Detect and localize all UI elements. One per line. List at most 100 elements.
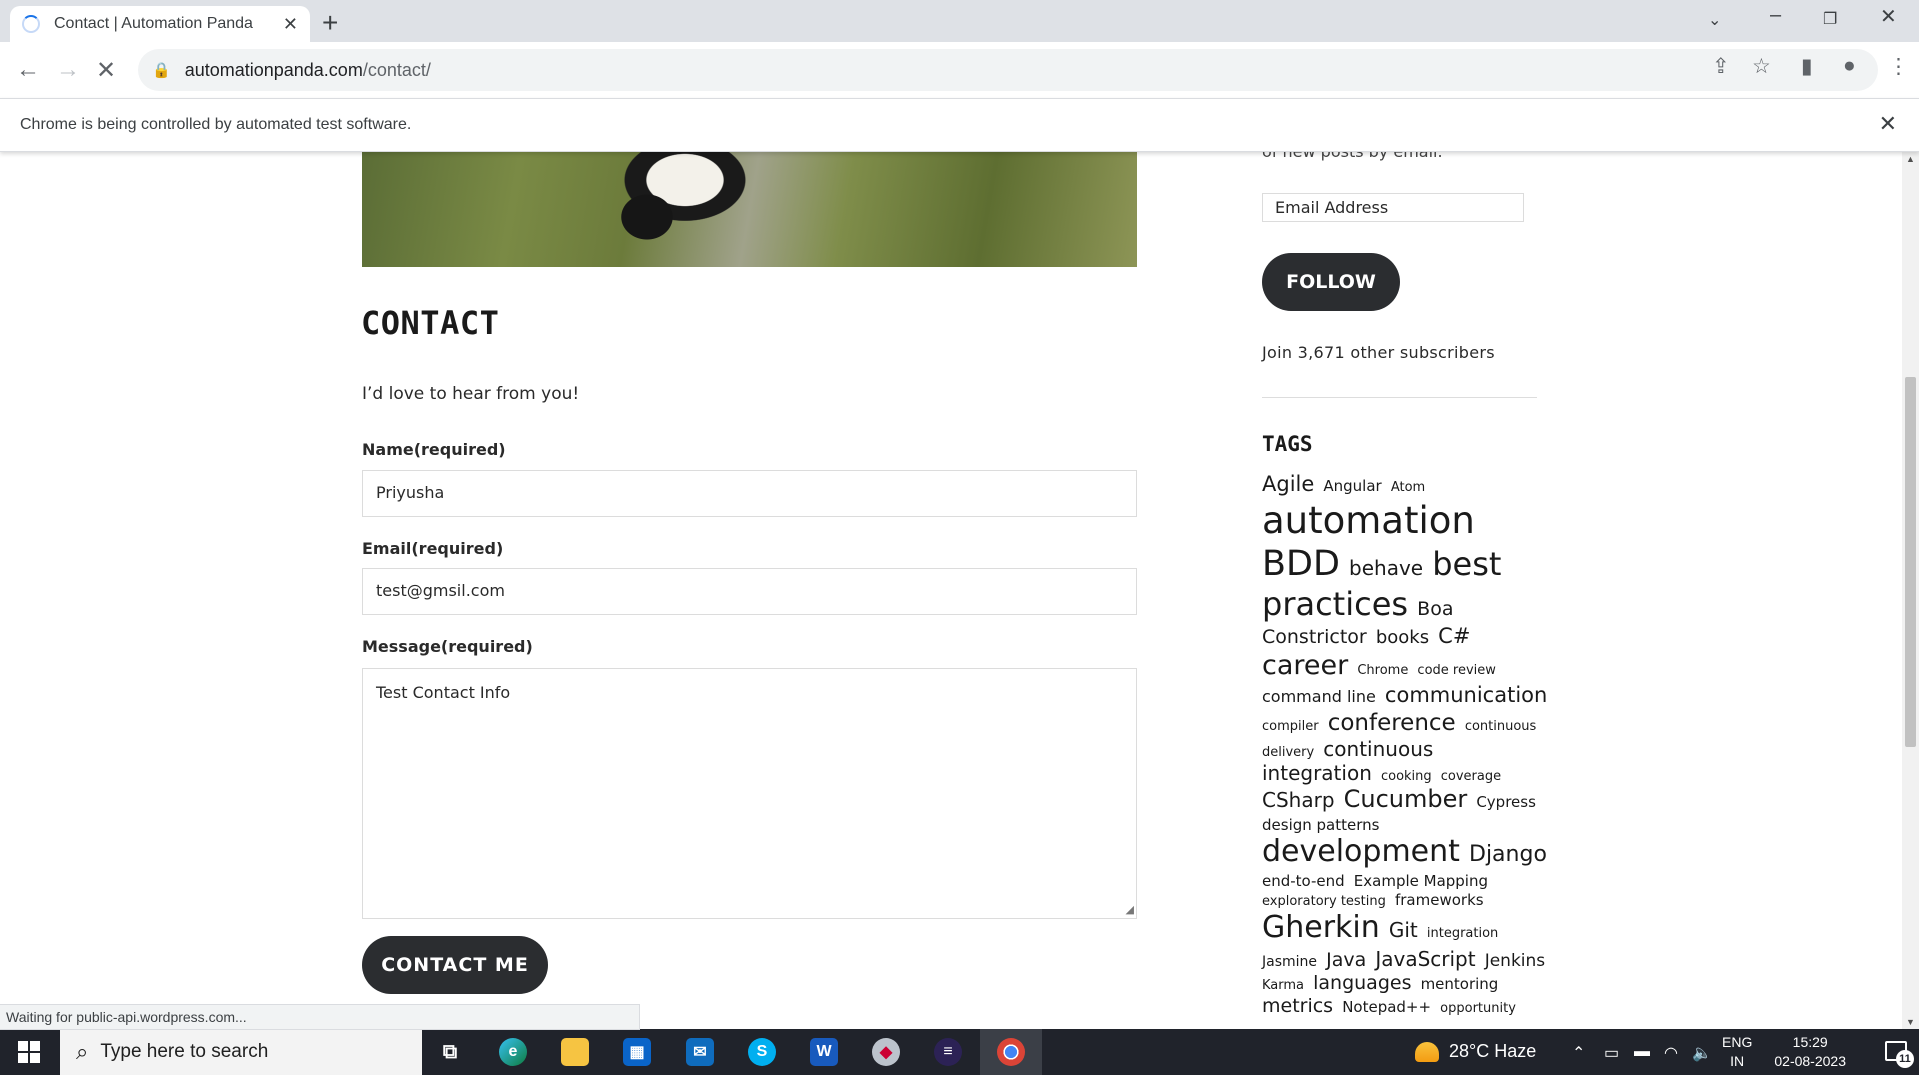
close-tab-icon[interactable]: ✕ bbox=[283, 14, 298, 35]
new-tab-icon[interactable]: + bbox=[322, 7, 338, 39]
tag-link[interactable]: Example Mapping bbox=[1354, 872, 1488, 890]
weather-text: 28°C Haze bbox=[1449, 1041, 1537, 1061]
tag-link[interactable]: behave bbox=[1349, 556, 1423, 580]
tag-link[interactable]: Cucumber bbox=[1344, 785, 1468, 813]
lock-icon[interactable]: 🔒 bbox=[152, 61, 171, 79]
tag-link[interactable]: BDD bbox=[1262, 544, 1340, 584]
tag-link[interactable]: C# bbox=[1438, 624, 1470, 648]
word-icon[interactable]: W bbox=[810, 1038, 838, 1066]
tag-link[interactable]: Cypress bbox=[1476, 793, 1536, 811]
bookmark-star-icon[interactable]: ☆ bbox=[1752, 54, 1771, 79]
tag-link[interactable]: conference bbox=[1328, 710, 1456, 736]
tag-link[interactable]: mentoring bbox=[1421, 975, 1499, 993]
tag-link[interactable]: Jenkins bbox=[1485, 951, 1545, 971]
tag-link[interactable]: Angular bbox=[1323, 477, 1381, 495]
paint-icon[interactable]: ◆ bbox=[872, 1038, 900, 1066]
profile-icon[interactable]: ● bbox=[1843, 54, 1856, 78]
tag-link[interactable]: Notepad++ bbox=[1342, 998, 1431, 1016]
wifi-icon[interactable]: ◠ bbox=[1664, 1043, 1678, 1063]
scroll-down-icon[interactable]: ▼ bbox=[1906, 1017, 1915, 1027]
close-window-icon[interactable]: ✕ bbox=[1880, 4, 1897, 29]
tag-link[interactable]: development bbox=[1262, 834, 1460, 869]
weather-widget[interactable]: 28°C Haze bbox=[1415, 1041, 1536, 1062]
menu-icon[interactable]: ⋮ bbox=[1888, 54, 1909, 79]
tag-link[interactable]: Karma bbox=[1262, 978, 1304, 993]
tag-link[interactable]: command line bbox=[1262, 687, 1376, 706]
scrollbar-thumb[interactable] bbox=[1905, 377, 1916, 747]
tag-link[interactable]: communication bbox=[1385, 683, 1547, 707]
volume-icon[interactable]: 🔈 bbox=[1692, 1043, 1712, 1063]
tag-link[interactable]: exploratory testing bbox=[1262, 894, 1386, 909]
name-field[interactable]: Priyusha bbox=[362, 470, 1137, 517]
back-icon[interactable]: ← bbox=[16, 56, 40, 84]
follow-email-input[interactable]: Email Address bbox=[1262, 193, 1524, 222]
tag-link[interactable]: Agile bbox=[1262, 472, 1314, 496]
tag-link[interactable]: design patterns bbox=[1262, 816, 1379, 834]
taskbar-clock[interactable]: 15:29 02-08-2023 bbox=[1774, 1033, 1846, 1071]
tag-link[interactable]: Java bbox=[1326, 949, 1366, 971]
skype-icon[interactable]: S bbox=[748, 1038, 776, 1066]
sidebar-divider bbox=[1262, 397, 1537, 398]
taskbar-search[interactable]: ⌕ Type here to search bbox=[60, 1029, 422, 1075]
contact-me-button[interactable]: CONTACT ME bbox=[362, 936, 548, 994]
infobar-text: Chrome is being controlled by automated … bbox=[20, 116, 412, 133]
battery-icon[interactable]: ▬ bbox=[1634, 1043, 1650, 1061]
infobar-close-icon[interactable]: ✕ bbox=[1879, 111, 1897, 137]
loading-icon bbox=[22, 15, 40, 33]
tag-link[interactable]: Git bbox=[1389, 918, 1418, 942]
tag-link[interactable]: code review bbox=[1417, 663, 1495, 678]
tag-link[interactable]: Gherkin bbox=[1262, 910, 1380, 945]
tag-link[interactable]: Jasmine bbox=[1262, 954, 1317, 970]
tab-search-icon[interactable]: ⌄ bbox=[1708, 10, 1721, 30]
edge-icon[interactable]: e bbox=[499, 1038, 527, 1066]
forward-icon[interactable]: → bbox=[56, 56, 80, 84]
tag-link[interactable]: Chrome bbox=[1357, 663, 1408, 678]
automation-infobar: Chrome is being controlled by automated … bbox=[0, 98, 1919, 152]
tag-link[interactable]: career bbox=[1262, 650, 1348, 681]
windows-start-icon[interactable] bbox=[18, 1041, 40, 1063]
stop-icon[interactable]: ✕ bbox=[96, 56, 116, 85]
minimize-icon[interactable]: – bbox=[1770, 4, 1781, 27]
email-field[interactable]: test@gmsil.com bbox=[362, 568, 1137, 615]
lang-primary: ENG bbox=[1722, 1034, 1753, 1050]
restore-icon[interactable]: ❐ bbox=[1823, 9, 1837, 29]
message-field[interactable]: Test Contact Info ◢ bbox=[362, 668, 1137, 919]
tag-link[interactable]: CSharp bbox=[1262, 788, 1335, 812]
tag-link[interactable]: books bbox=[1376, 627, 1429, 648]
tray-chevron-icon[interactable]: ⌃ bbox=[1572, 1043, 1585, 1063]
mail-icon[interactable]: ✉ bbox=[686, 1038, 714, 1066]
tag-link[interactable]: languages bbox=[1313, 972, 1411, 994]
clock-time: 15:29 bbox=[1792, 1034, 1828, 1050]
tag-link[interactable]: automation bbox=[1262, 499, 1475, 542]
store-icon[interactable]: ▦ bbox=[623, 1038, 651, 1066]
tag-link[interactable]: JavaScript bbox=[1375, 947, 1475, 971]
scroll-up-icon[interactable]: ▲ bbox=[1906, 154, 1915, 164]
task-view-icon[interactable]: ⧉ bbox=[436, 1038, 464, 1066]
share-icon[interactable]: ⇪ bbox=[1712, 54, 1730, 79]
tag-link[interactable]: Django bbox=[1469, 842, 1547, 867]
chrome-icon[interactable] bbox=[997, 1038, 1025, 1066]
notification-icon[interactable]: 11 bbox=[1885, 1041, 1914, 1068]
tag-link[interactable]: compiler bbox=[1262, 719, 1319, 734]
page-viewport: CONTACT I’d love to hear from you! Name(… bbox=[0, 152, 1902, 1029]
lang-secondary: IN bbox=[1730, 1053, 1745, 1069]
tag-link[interactable]: opportunity bbox=[1440, 1001, 1516, 1016]
tag-link[interactable]: cooking bbox=[1381, 769, 1432, 784]
search-icon: ⌕ bbox=[76, 1039, 89, 1064]
tag-link[interactable]: Atom bbox=[1391, 480, 1425, 495]
tag-link[interactable]: frameworks bbox=[1395, 891, 1484, 909]
follow-button[interactable]: FOLLOW bbox=[1262, 253, 1400, 311]
tag-link[interactable]: metrics bbox=[1262, 995, 1333, 1017]
tag-link[interactable]: end-to-end bbox=[1262, 872, 1345, 890]
tag-link[interactable]: integration bbox=[1427, 926, 1498, 941]
address-bar[interactable]: 🔒 automationpanda.com/contact/ bbox=[138, 49, 1878, 91]
page-scrollbar[interactable]: ▲ ▼ bbox=[1902, 152, 1919, 1029]
resize-handle-icon[interactable]: ◢ bbox=[1126, 903, 1134, 916]
eclipse-icon[interactable]: ≡ bbox=[934, 1038, 962, 1066]
meet-icon[interactable]: ▭ bbox=[1604, 1043, 1619, 1063]
language-indicator[interactable]: ENG IN bbox=[1722, 1033, 1752, 1071]
side-panel-icon[interactable]: ▮ bbox=[1801, 54, 1813, 79]
file-explorer-icon[interactable] bbox=[561, 1038, 589, 1066]
tag-link[interactable]: coverage bbox=[1441, 769, 1501, 784]
browser-tab[interactable]: Contact | Automation Panda ✕ bbox=[10, 6, 310, 42]
